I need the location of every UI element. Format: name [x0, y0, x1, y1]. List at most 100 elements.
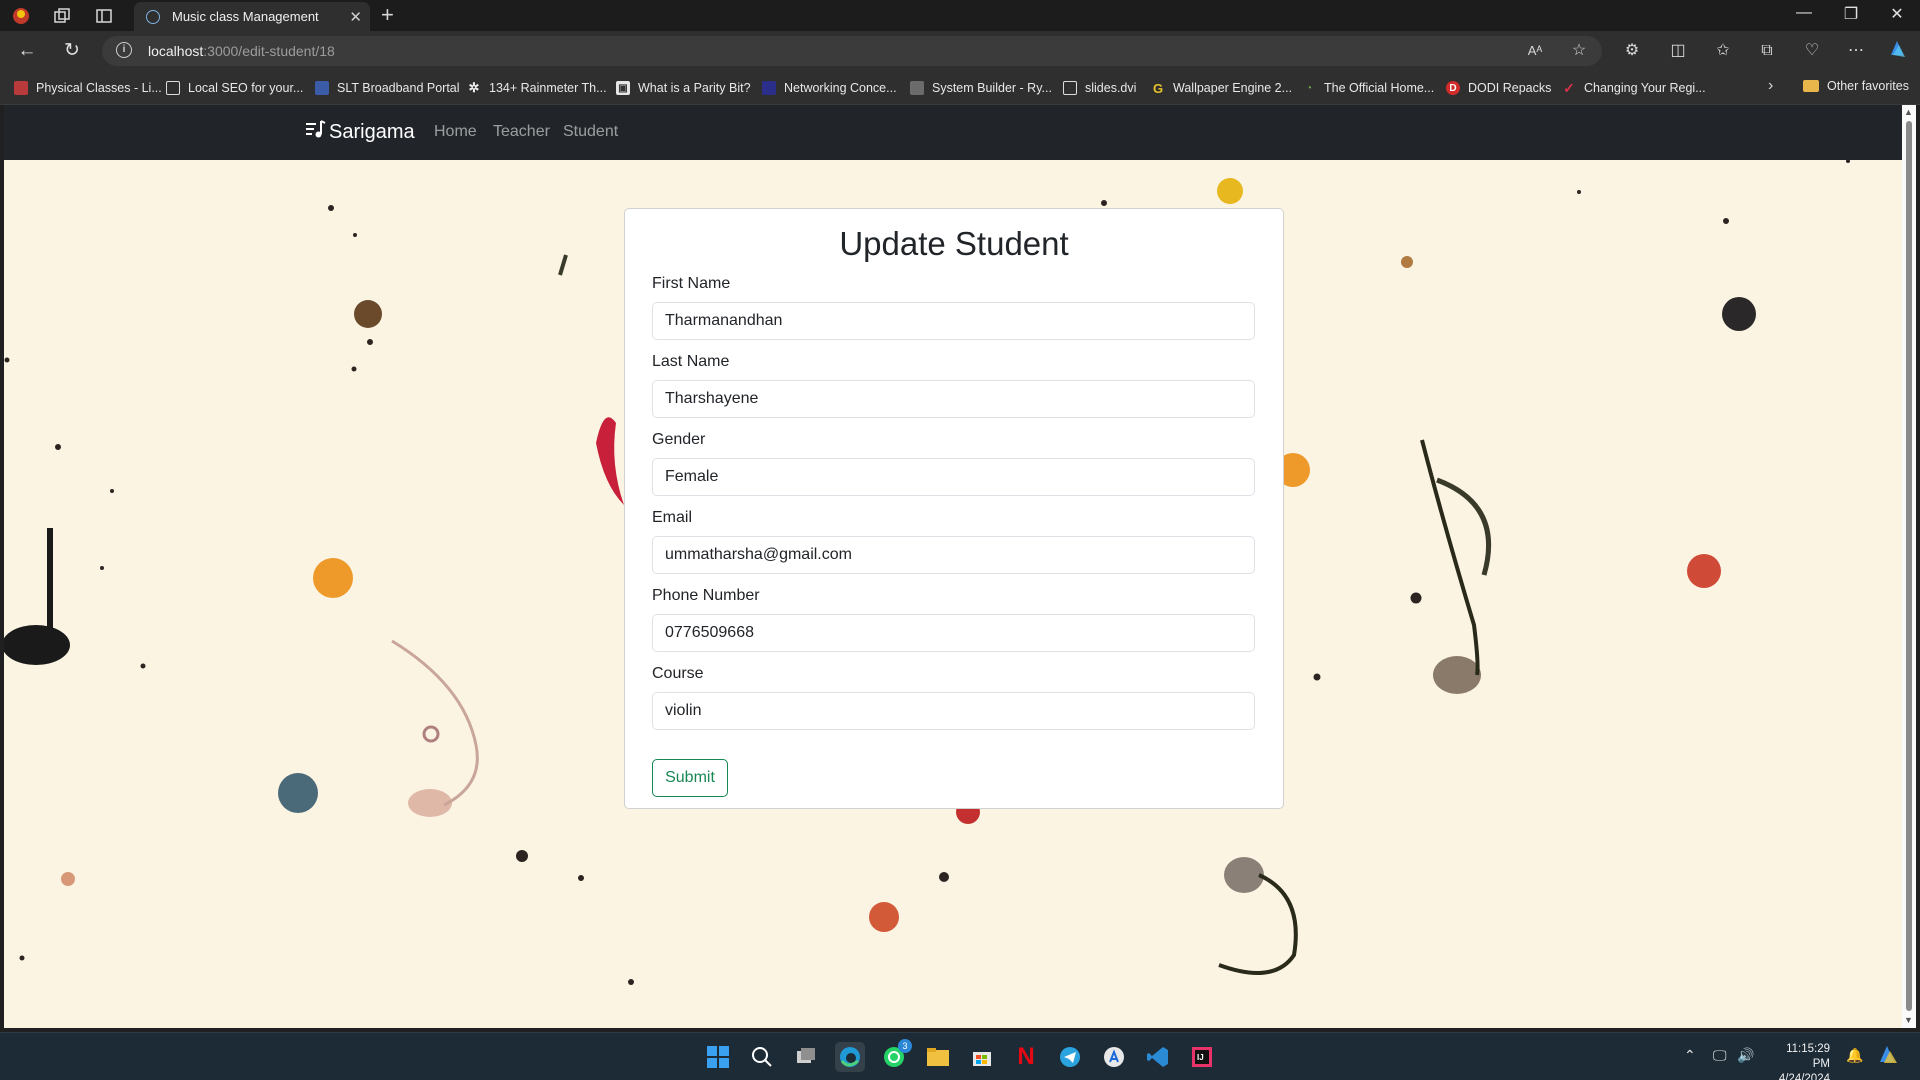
gear-icon: ✲ — [468, 80, 480, 95]
url-text: localhost:3000/edit-student/18 — [148, 43, 335, 59]
update-student-form: Update Student First Name Tharmanandhan … — [624, 208, 1284, 809]
page-scrollbar[interactable]: ▲ ▼ — [1902, 105, 1916, 1028]
leaf-icon: ◔ — [1305, 82, 1313, 94]
favorite-item[interactable]: ◔ The Official Home... — [1302, 79, 1434, 97]
workspaces-icon[interactable] — [51, 5, 73, 27]
edge-browser-icon[interactable] — [835, 1042, 865, 1072]
favorites-bar: Physical Classes - Li... Local SEO for y… — [0, 71, 1920, 105]
refresh-icon[interactable]: ↻ — [59, 39, 85, 63]
favorite-item[interactable]: ✓ Changing Your Regi... — [1562, 79, 1706, 97]
email-label: Email — [652, 509, 693, 526]
site-icon — [910, 81, 924, 95]
search-icon[interactable] — [747, 1042, 777, 1072]
favorite-item[interactable]: slides.dvi — [1063, 79, 1136, 97]
d-logo-icon: D — [1446, 81, 1460, 95]
nav-student-link[interactable]: Student — [563, 123, 618, 141]
first-name-field[interactable]: Tharmanandhan — [652, 302, 1255, 340]
nav-home-link[interactable]: Home — [434, 123, 477, 141]
folder-icon — [1803, 80, 1819, 92]
page-icon — [1063, 81, 1077, 95]
tab-music-class-management[interactable]: Music class Management ✕ — [134, 2, 370, 31]
check-logo-icon: ✓ — [1563, 79, 1575, 96]
address-bar-row: ← ↻ i localhost:3000/edit-student/18 Aᴬ … — [0, 31, 1920, 71]
telegram-icon[interactable] — [1055, 1042, 1085, 1072]
clock-time: 11:15:29 PM — [1786, 1043, 1830, 1070]
task-view-icon[interactable] — [791, 1042, 821, 1072]
phone-number-label: Phone Number — [652, 587, 760, 604]
page-icon — [166, 81, 180, 95]
back-icon[interactable]: ← — [14, 39, 40, 63]
close-tab-icon[interactable]: ✕ — [349, 8, 362, 26]
page-title: Update Student — [839, 225, 1069, 262]
browser-tab-bar: Music class Management ✕ + — ❐ ✕ — [0, 0, 1920, 31]
collections-icon[interactable]: ⧉ — [1755, 39, 1779, 63]
more-options-icon[interactable]: ⋯ — [1844, 39, 1868, 63]
site-icon — [762, 81, 776, 95]
new-tab-icon[interactable]: + — [381, 3, 394, 27]
extensions-icon[interactable]: ⚙ — [1620, 39, 1644, 63]
site-info-icon[interactable]: i — [116, 42, 132, 58]
slt-logo-icon — [315, 81, 329, 95]
svg-text:IJ: IJ — [1197, 1053, 1204, 1062]
last-name-label: Last Name — [652, 353, 730, 370]
nav-teacher-link[interactable]: Teacher — [493, 123, 550, 141]
course-label: Course — [652, 665, 704, 682]
favorite-item[interactable]: Networking Conce... — [762, 79, 897, 97]
favorite-item[interactable]: G Wallpaper Engine 2... — [1151, 79, 1292, 97]
close-window-icon[interactable]: ✕ — [1882, 4, 1912, 24]
favorite-item[interactable]: Physical Classes - Li... — [14, 79, 162, 97]
favorite-item[interactable]: D DODI Repacks — [1446, 79, 1551, 97]
gender-label: Gender — [652, 431, 706, 448]
url-field[interactable]: i localhost:3000/edit-student/18 Aᴬ ☆ — [102, 36, 1602, 66]
file-explorer-icon[interactable] — [923, 1042, 953, 1072]
favorite-item[interactable]: Local SEO for your... — [166, 79, 303, 97]
restore-icon[interactable]: ❐ — [1836, 4, 1866, 24]
system-clock[interactable]: 11:15:29 PM 4/24/2024 — [1770, 1042, 1830, 1080]
favorite-item[interactable]: System Builder - Ry... — [910, 79, 1052, 97]
chevron-right-icon[interactable]: › — [1768, 77, 1773, 95]
scroll-up-icon[interactable]: ▲ — [1904, 107, 1913, 117]
scroll-thumb[interactable] — [1906, 121, 1912, 1011]
tab-title: Music class Management — [172, 9, 319, 24]
app-store-icon[interactable] — [1099, 1042, 1129, 1072]
g-logo-icon: G — [1152, 80, 1164, 96]
profile-icon[interactable] — [10, 5, 32, 27]
other-favorites[interactable]: Other favorites — [1803, 79, 1909, 93]
gender-field[interactable]: Female — [652, 458, 1255, 496]
favorite-item[interactable]: ▣ What is a Parity Bit? — [616, 79, 751, 97]
favorite-item[interactable]: SLT Broadband Portal — [315, 79, 460, 97]
favorite-star-icon[interactable]: ☆ — [1567, 39, 1591, 63]
chevron-up-icon[interactable]: ⌃ — [1684, 1047, 1696, 1064]
windows-taskbar: 3 N IJ ⌃ 🖵 🔊 11:15:29 PM 4/24/2024 🔔 — [0, 1032, 1920, 1080]
vertical-tabs-icon[interactable] — [93, 5, 115, 27]
netflix-icon[interactable]: N — [1011, 1042, 1041, 1072]
volume-icon[interactable]: 🔊 — [1737, 1047, 1754, 1064]
red-logo-icon — [14, 81, 28, 95]
windows-start-icon[interactable] — [703, 1042, 733, 1072]
tab-favicon-icon — [146, 9, 160, 24]
read-aloud-icon[interactable]: Aᴬ — [1523, 39, 1547, 63]
site-navbar: Sarigama Home Teacher Student — [4, 105, 1902, 160]
phone-number-field[interactable]: 0776509668 — [652, 614, 1255, 652]
network-icon[interactable]: 🖵 — [1713, 1047, 1727, 1064]
split-screen-icon[interactable]: ◫ — [1666, 39, 1690, 63]
performance-icon[interactable]: ♡ — [1800, 39, 1824, 63]
music-list-icon — [304, 118, 326, 146]
notifications-icon[interactable]: 🔔 — [1846, 1047, 1863, 1064]
vscode-icon[interactable] — [1143, 1042, 1173, 1072]
site-icon: ▣ — [616, 81, 630, 95]
copilot-tray-icon[interactable] — [1877, 1044, 1899, 1069]
favorites-icon[interactable]: ✩ — [1711, 39, 1735, 63]
last-name-field[interactable]: Tharshayene — [652, 380, 1255, 418]
scroll-down-icon[interactable]: ▼ — [1904, 1015, 1913, 1025]
minimize-icon[interactable]: — — [1789, 4, 1819, 22]
copilot-icon[interactable] — [1885, 39, 1909, 63]
brand-logo[interactable]: Sarigama — [304, 118, 415, 146]
brand-name: Sarigama — [329, 120, 415, 143]
email-field[interactable]: ummatharsha@gmail.com — [652, 536, 1255, 574]
favorite-item[interactable]: ✲ 134+ Rainmeter Th... — [467, 79, 607, 97]
intellij-icon[interactable]: IJ — [1187, 1042, 1217, 1072]
submit-button[interactable]: Submit — [652, 759, 728, 797]
microsoft-store-icon[interactable] — [967, 1042, 997, 1072]
course-field[interactable]: violin — [652, 692, 1255, 730]
